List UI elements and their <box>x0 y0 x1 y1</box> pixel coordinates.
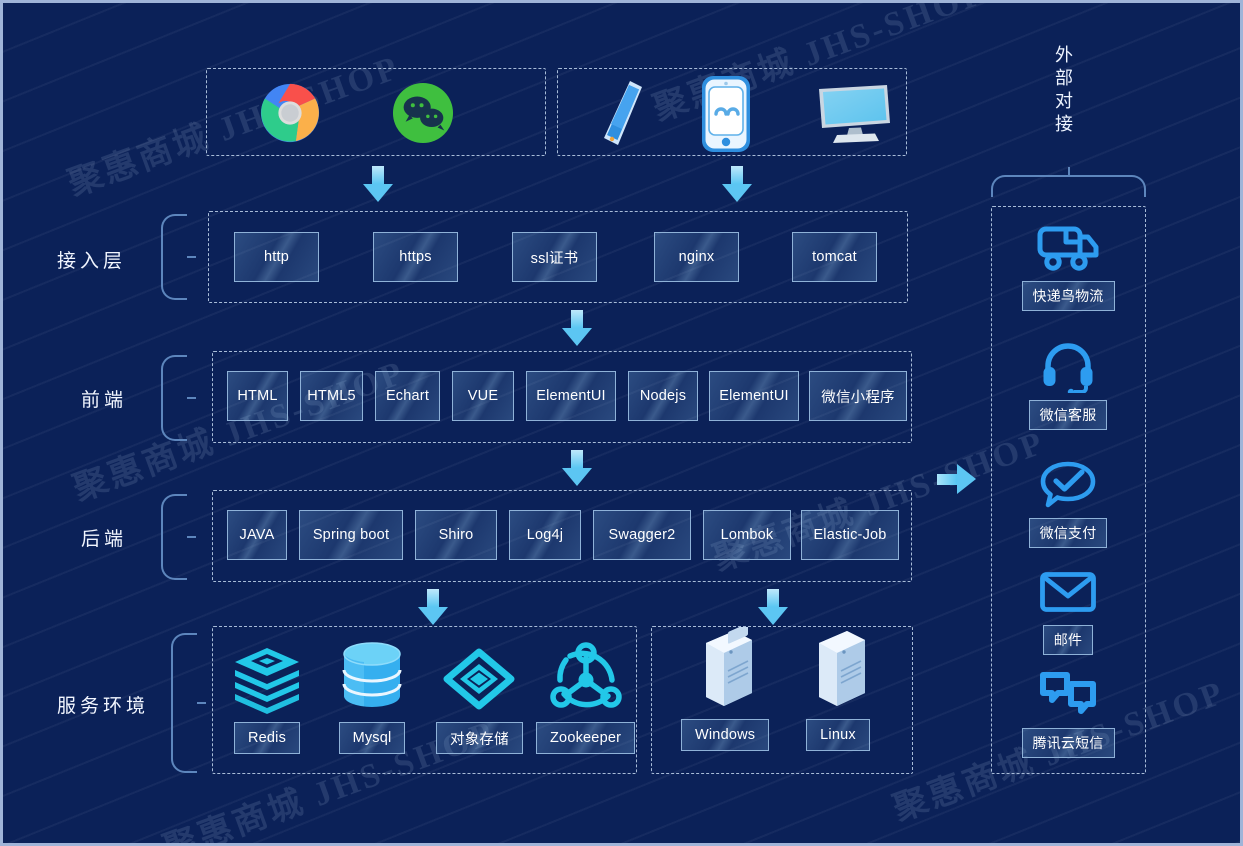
external-label-sms: 腾讯云短信 <box>1021 728 1115 758</box>
external-label-email: 邮件 <box>1042 625 1094 655</box>
arrow-clients-to-access-left <box>363 166 393 202</box>
client-group-web <box>206 68 546 156</box>
service-tile-linux[interactable]: Linux <box>803 631 873 751</box>
arrow-frontend-to-backend <box>562 450 592 486</box>
service-label-mysql: Mysql <box>338 722 406 754</box>
external-item-email[interactable]: 邮件 <box>1018 565 1118 655</box>
arrow-backend-to-os <box>758 589 788 625</box>
service-label-redis: Redis <box>233 722 301 754</box>
tech-box-shiro[interactable]: Shiro <box>415 510 497 560</box>
service-tile-object-storage[interactable]: 对象存储 <box>436 636 523 754</box>
tech-box-lombok[interactable]: Lombok <box>703 510 791 560</box>
layer-brace-backend <box>161 494 187 580</box>
tech-box-html5[interactable]: HTML5 <box>300 371 363 421</box>
object-storage-diamond-icon <box>437 636 521 714</box>
external-title: 外部对接 <box>1053 45 1073 137</box>
monitor-icon[interactable] <box>813 83 893 150</box>
client-group-device <box>557 68 907 156</box>
server-tower-icon <box>803 631 873 711</box>
tech-box-ssl[interactable]: ssl证书 <box>512 232 597 282</box>
layer-label-frontend: 前端 <box>81 390 128 411</box>
tech-box-java[interactable]: JAVA <box>227 510 287 560</box>
chrome-icon[interactable] <box>259 82 321 149</box>
tech-box-html[interactable]: HTML <box>227 371 288 421</box>
layer-label-service-env: 服务环境 <box>57 696 150 717</box>
arrow-access-to-frontend <box>562 310 592 346</box>
delivery-truck-icon <box>1035 221 1101 275</box>
layer-label-backend: 后端 <box>81 529 128 550</box>
redis-layers-icon <box>231 636 303 714</box>
tech-box-nginx[interactable]: nginx <box>654 232 739 282</box>
smartphone-face-icon[interactable] <box>698 74 754 159</box>
external-label-wechat-pay: 微信支付 <box>1028 518 1108 548</box>
arrow-clients-to-access-right <box>722 166 752 202</box>
service-label-linux: Linux <box>806 719 870 751</box>
service-tile-redis[interactable]: Redis <box>231 636 303 754</box>
arrow-backend-to-middleware <box>418 589 448 625</box>
tech-box-swagger2[interactable]: Swagger2 <box>593 510 691 560</box>
architecture-diagram: 聚惠商城 JHS-SHOP 聚惠商城 JHS-SHOP 聚惠商城 JHS-SHO… <box>0 0 1243 846</box>
tech-box-log4j[interactable]: Log4j <box>509 510 581 560</box>
layer-brace-service-env <box>171 633 197 773</box>
tech-box-nodejs[interactable]: Nodejs <box>628 371 698 421</box>
tech-box-springboot[interactable]: Spring boot <box>299 510 403 560</box>
service-label-object-storage: 对象存储 <box>436 722 523 754</box>
service-tile-windows[interactable]: Windows <box>681 627 770 751</box>
database-cylinder-icon <box>336 636 408 714</box>
tech-box-elementui-2[interactable]: ElementUI <box>709 371 799 421</box>
external-label-wechat-service: 微信客服 <box>1028 400 1108 430</box>
external-item-logistics[interactable]: 快递鸟物流 <box>1018 221 1118 311</box>
service-tile-zookeeper[interactable]: Zookeeper <box>536 636 636 754</box>
tech-box-echart[interactable]: Echart <box>375 371 440 421</box>
tech-box-vue[interactable]: VUE <box>452 371 514 421</box>
service-tile-mysql[interactable]: Mysql <box>336 636 408 754</box>
layer-brace-frontend <box>161 355 187 441</box>
tech-box-tomcat[interactable]: tomcat <box>792 232 877 282</box>
tech-box-elementui-1[interactable]: ElementUI <box>526 371 616 421</box>
arrow-to-external <box>937 464 977 494</box>
tech-box-wechat-miniprogram[interactable]: 微信小程序 <box>809 371 907 421</box>
chat-check-icon <box>1039 458 1097 512</box>
external-brace <box>991 175 1146 197</box>
tablet-tilted-icon[interactable] <box>598 77 646 154</box>
headset-icon <box>1041 340 1095 394</box>
external-item-wechat-pay[interactable]: 微信支付 <box>1018 458 1118 548</box>
double-chat-bubble-icon <box>1037 668 1099 722</box>
layer-brace-access <box>161 214 187 300</box>
external-item-wechat-service[interactable]: 微信客服 <box>1018 340 1118 430</box>
external-label-logistics: 快递鸟物流 <box>1021 281 1115 311</box>
tech-box-http[interactable]: http <box>234 232 319 282</box>
wechat-icon[interactable] <box>392 82 454 149</box>
service-label-zookeeper: Zookeeper <box>536 722 636 754</box>
external-item-sms[interactable]: 腾讯云短信 <box>1018 668 1118 758</box>
layer-label-access: 接入层 <box>57 251 127 272</box>
server-tower-icon <box>690 627 760 711</box>
zookeeper-nodes-icon <box>548 636 624 714</box>
tech-box-https[interactable]: https <box>373 232 458 282</box>
service-label-windows: Windows <box>681 719 770 751</box>
envelope-icon <box>1039 565 1097 619</box>
tech-box-elastic-job[interactable]: Elastic-Job <box>801 510 899 560</box>
